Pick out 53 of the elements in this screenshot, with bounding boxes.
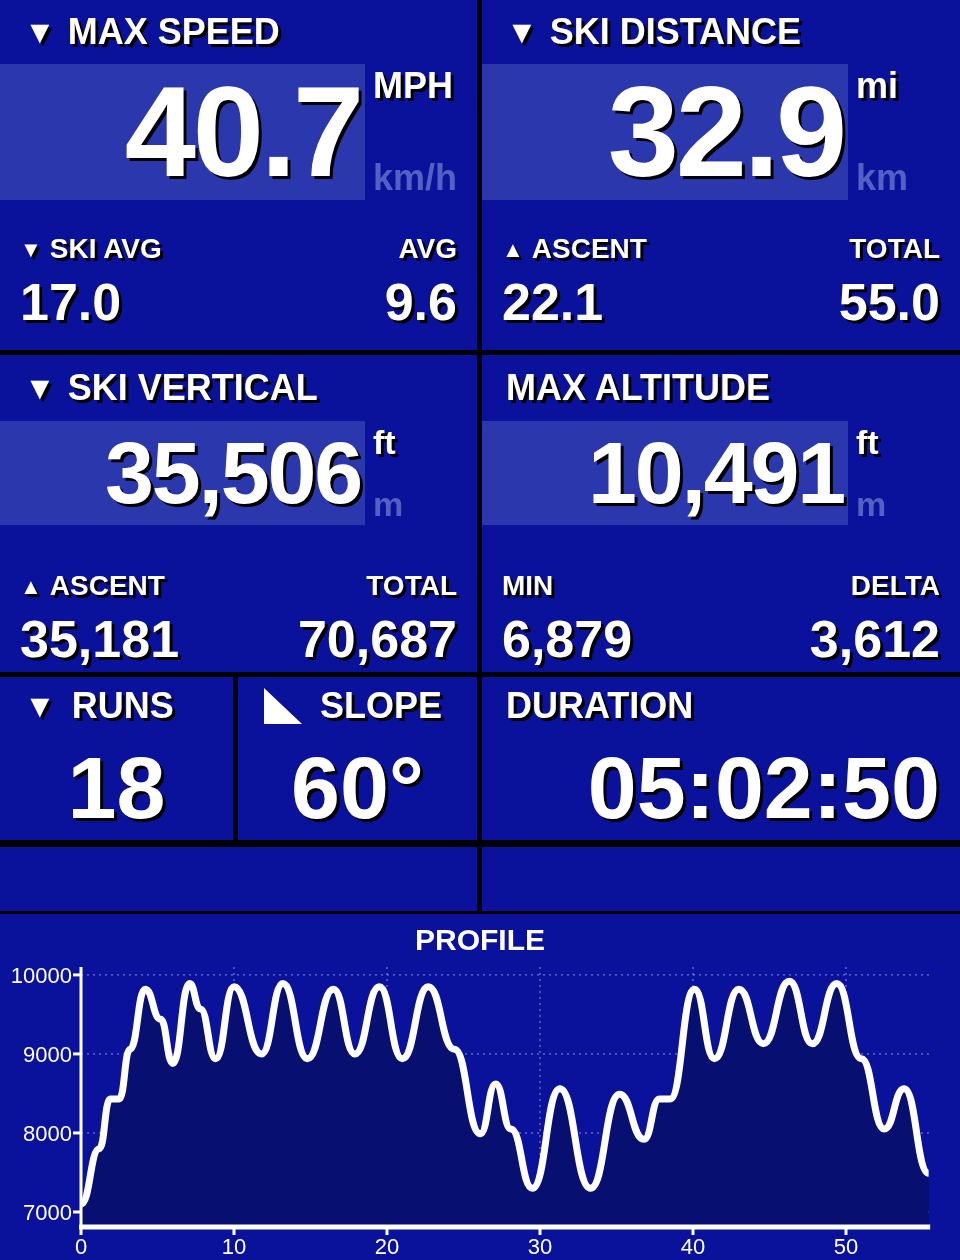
stat-value: 55.0	[838, 272, 940, 333]
stat-value: 22.1	[502, 272, 604, 333]
big-value: 18	[67, 743, 166, 832]
big-value: 05:02:50	[587, 743, 940, 832]
stat-value: 35,181	[20, 609, 180, 670]
stat-value: 9.6	[384, 272, 457, 333]
triangle-icon[interactable]: ▼	[24, 8, 56, 56]
big-value: 32.9	[607, 68, 844, 196]
chart-title: PROFILE	[415, 923, 545, 956]
y-tick-label: 7000	[23, 1200, 72, 1225]
triangle-icon: ▲	[502, 232, 524, 266]
stat-value: 3,612	[809, 609, 940, 670]
x-tick-label: 40	[680, 1234, 706, 1259]
unit-label[interactable]: ft	[373, 425, 477, 459]
unit-label[interactable]: ft	[856, 425, 960, 459]
big-value: 40.7	[124, 68, 361, 196]
x-tick-label: 30	[527, 1234, 553, 1259]
triangle-icon[interactable]: ▼	[24, 364, 56, 412]
triangle-icon: ▼	[20, 232, 42, 266]
big-value: 60°	[290, 743, 425, 832]
slope-icon	[262, 686, 304, 726]
stat-label: ASCENT	[49, 569, 165, 603]
panel-title: DURATION	[506, 684, 694, 728]
stat-label: SKI AVG	[49, 232, 162, 266]
triangle-icon[interactable]: ▼	[24, 682, 56, 730]
panel-title: RUNS	[71, 684, 174, 728]
panel-title: MAX ALTITUDE	[506, 366, 770, 410]
stat-label: AVG	[398, 232, 457, 266]
stat-label: ASCENT	[531, 232, 647, 266]
panel-title: SKI DISTANCE	[549, 10, 802, 54]
stat-label: TOTAL	[849, 232, 940, 266]
stat-value: 17.0	[20, 272, 122, 333]
unit-label[interactable]: MPH	[373, 68, 477, 104]
triangle-icon: ▲	[20, 569, 42, 603]
unit-label[interactable]: mi	[856, 68, 960, 104]
panel-title: SKI VERTICAL	[67, 366, 318, 410]
y-tick-label: 8000	[23, 1120, 72, 1146]
stat-label: TOTAL	[366, 569, 457, 603]
stat-value: 6,879	[502, 609, 633, 670]
stat-label: DELTA	[850, 569, 940, 603]
stat-value: 70,687	[297, 609, 457, 670]
panel-title: MAX SPEED	[67, 10, 280, 54]
x-tick-label: 10	[221, 1234, 247, 1259]
big-value: 10,491	[588, 429, 844, 517]
x-tick-label: 20	[374, 1234, 400, 1259]
panel-title: SLOPE	[320, 684, 443, 728]
big-value: 35,506	[105, 429, 361, 517]
x-tick-label: 50	[833, 1234, 859, 1259]
triangle-icon[interactable]: ▼	[506, 8, 538, 56]
y-tick-label: 10000	[10, 962, 72, 988]
stat-label: MIN	[502, 569, 554, 603]
x-tick-label: 0	[74, 1234, 88, 1259]
y-tick-label: 9000	[23, 1041, 72, 1067]
